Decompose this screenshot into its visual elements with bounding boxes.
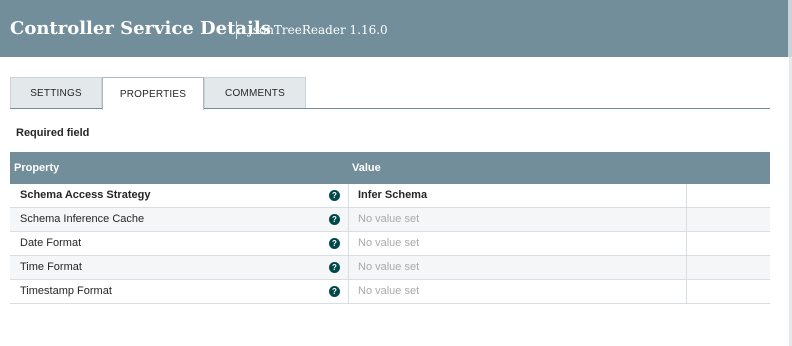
column-header-value[interactable]: Value	[352, 162, 381, 174]
table-row[interactable]: Schema Inference Cache ? No value set	[10, 208, 770, 232]
cell-divider	[686, 232, 687, 255]
help-icon[interactable]: ?	[329, 214, 340, 225]
help-icon[interactable]: ?	[329, 286, 340, 297]
property-name: Date Format	[20, 237, 82, 249]
cell-divider	[348, 208, 349, 231]
property-value[interactable]: No value set	[358, 237, 419, 249]
cell-divider	[348, 232, 349, 255]
property-value[interactable]: No value set	[358, 285, 419, 297]
cell-divider	[686, 280, 687, 303]
header-edge	[788, 0, 792, 57]
dialog-title: Controller Service Details	[10, 18, 271, 39]
table-row[interactable]: Timestamp Format ? No value set	[10, 280, 770, 304]
cell-divider	[348, 184, 349, 207]
cell-divider	[686, 256, 687, 279]
tab-comments[interactable]: COMMENTS	[204, 77, 306, 109]
property-value[interactable]: Infer Schema	[358, 189, 427, 201]
table-header: Property Value	[10, 152, 770, 184]
property-value[interactable]: No value set	[358, 261, 419, 273]
help-icon[interactable]: ?	[329, 262, 340, 273]
tab-comments-label: COMMENTS	[225, 88, 285, 99]
help-icon[interactable]: ?	[329, 238, 340, 249]
cell-divider	[686, 208, 687, 231]
help-icon[interactable]: ?	[329, 190, 340, 201]
property-name: Timestamp Format	[20, 285, 112, 297]
cell-divider	[686, 184, 687, 207]
dialog-subtitle: JsonTreeReader 1.16.0	[248, 23, 388, 37]
required-field-label: Required field	[16, 127, 90, 139]
property-value[interactable]: No value set	[358, 213, 419, 225]
table-row[interactable]: Schema Access Strategy ? Infer Schema	[10, 184, 770, 208]
properties-table: Property Value Schema Access Strategy ? …	[10, 152, 770, 304]
column-header-property[interactable]: Property	[14, 162, 59, 174]
tab-settings-label: SETTINGS	[30, 88, 82, 99]
tab-properties[interactable]: PROPERTIES	[102, 77, 204, 110]
table-row[interactable]: Date Format ? No value set	[10, 232, 770, 256]
property-name: Schema Access Strategy	[20, 189, 151, 201]
dialog-header: Controller Service Details JsonTreeReade…	[0, 0, 792, 57]
tab-settings[interactable]: SETTINGS	[10, 77, 102, 109]
property-name: Time Format	[20, 261, 82, 273]
tab-properties-label: PROPERTIES	[119, 88, 187, 100]
cell-divider	[348, 280, 349, 303]
table-row[interactable]: Time Format ? No value set	[10, 256, 770, 280]
cell-divider	[348, 256, 349, 279]
title-separator	[236, 21, 237, 39]
property-name: Schema Inference Cache	[20, 213, 145, 225]
